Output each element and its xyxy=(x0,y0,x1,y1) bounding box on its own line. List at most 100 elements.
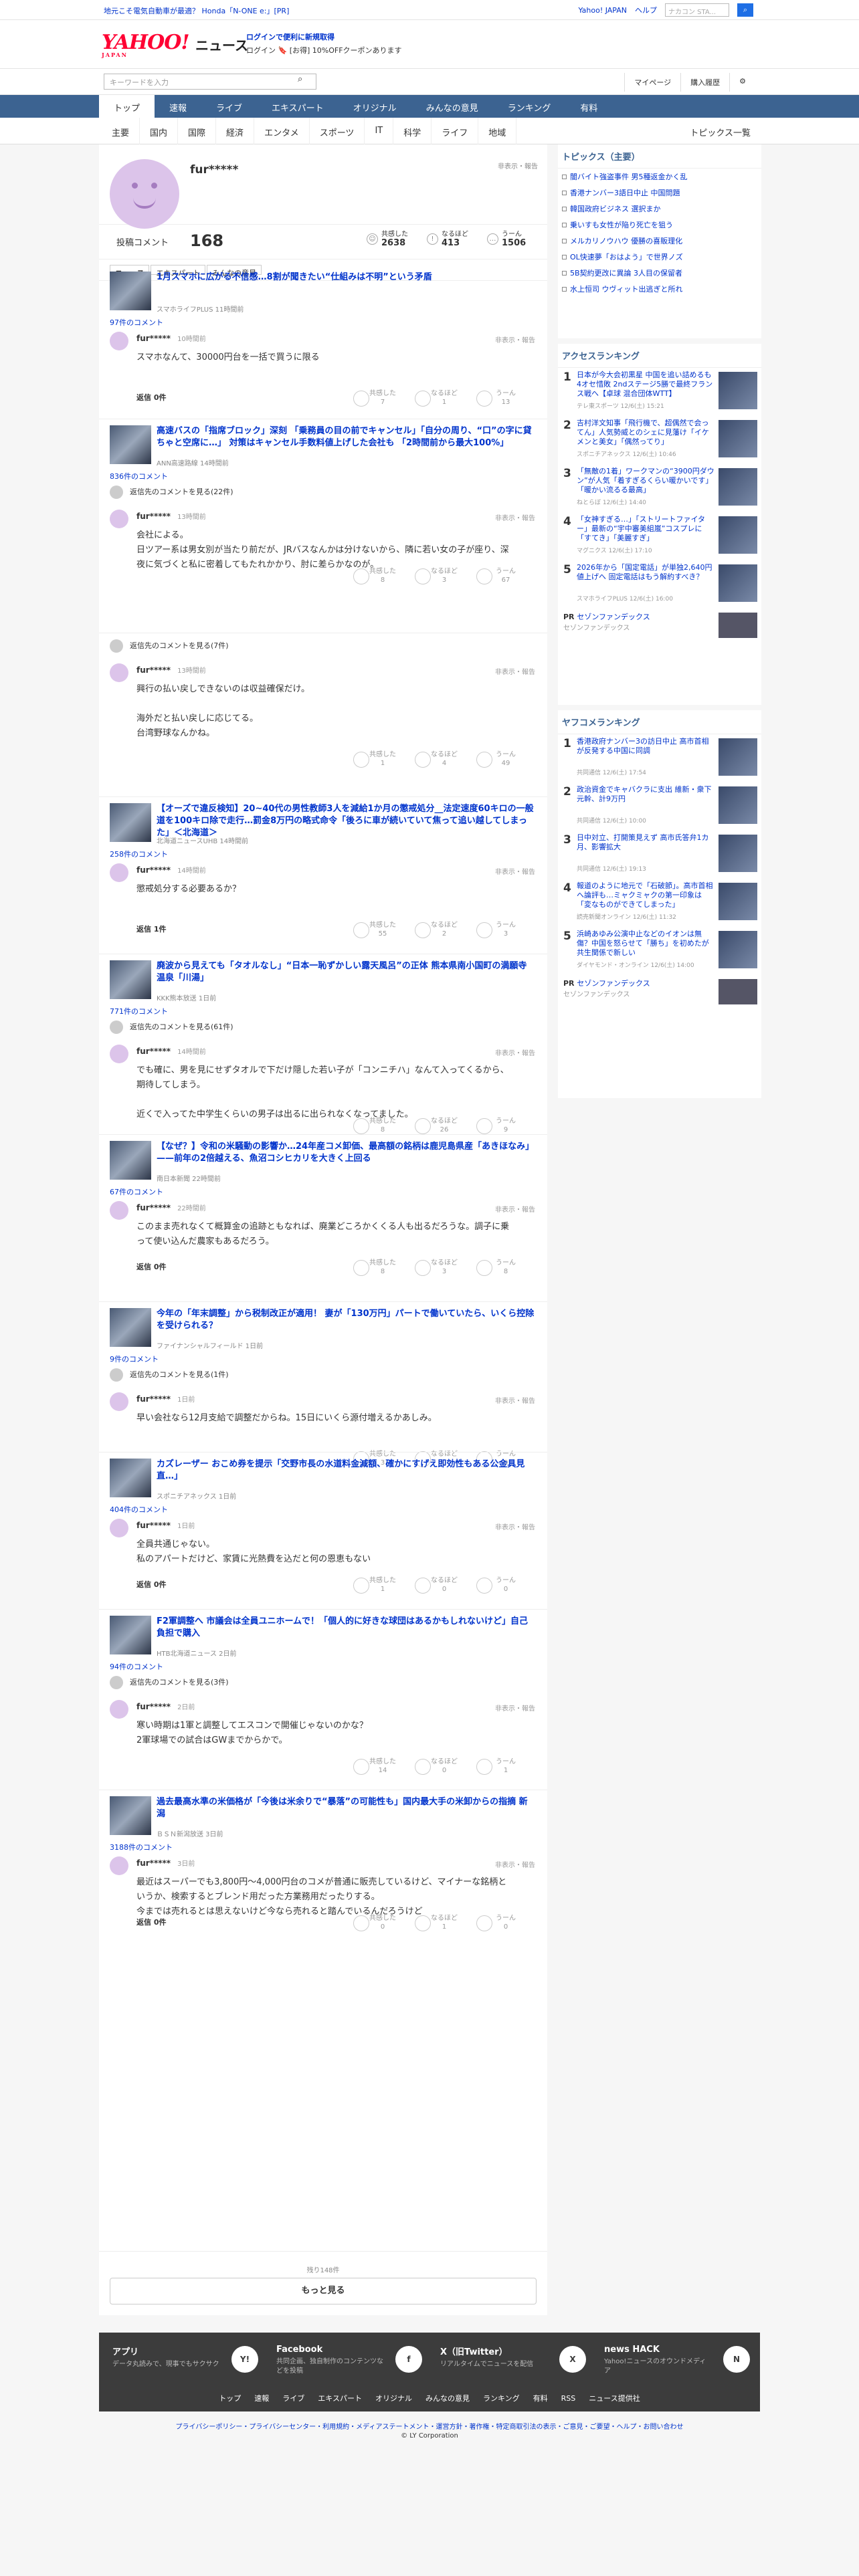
ranking-title[interactable]: 報道のように地元で「石破節」。高市首相へ論評も…ミャクミャクの第一印象は「変なも… xyxy=(577,881,714,909)
footer-link[interactable]: ライブ xyxy=(282,2394,304,2403)
cat-main[interactable]: 主要 xyxy=(102,118,140,146)
cat-sports[interactable]: スポーツ xyxy=(310,118,365,146)
gnav-flash[interactable]: 速報 xyxy=(155,95,201,120)
topic-item[interactable]: 韓国政府ビジネス 選択まか xyxy=(558,201,761,217)
pr-item[interactable]: PR セゾンファンデックス セゾンファンデックス xyxy=(558,609,761,650)
empathy-button[interactable]: 共感した 8 xyxy=(353,1259,412,1276)
ranking-title[interactable]: 浜崎あゆみ公演中止などのイオンは無傷？中国を怒らせて「勝ち」を初めたが共生関係で… xyxy=(577,930,714,958)
report-link[interactable]: 非表示・報告 xyxy=(495,866,535,876)
reply-link[interactable]: 返信 0件 xyxy=(136,1579,166,1590)
article-title[interactable]: 今年の「年末調整」から税制改正が適用！ 妻が「130万円」パートで働いていたら、… xyxy=(157,1308,535,1332)
article-thumbnail[interactable] xyxy=(110,960,151,999)
purchase-history-link[interactable]: 購入履歴 xyxy=(680,73,729,92)
footer-link[interactable]: 有料 xyxy=(533,2394,548,2403)
empathy-button[interactable]: 共感した 14 xyxy=(353,1757,412,1775)
cat-world[interactable]: 国際 xyxy=(178,118,217,146)
footer-col[interactable]: アプリ データ丸読みで、現事でもサクサク Y! xyxy=(112,2345,266,2373)
topic-item[interactable]: 闇バイト強盗事件 男5種返金かく乱 xyxy=(558,169,761,185)
gnav-top[interactable]: トップ xyxy=(99,95,155,120)
report-link[interactable]: 非表示・報告 xyxy=(495,1204,535,1214)
ranking-item[interactable]: 1 香港政府ナンバー3の訪日中止 高市首相が反発する中国に同調 共同通信 12/6(… xyxy=(558,734,761,782)
reply-link[interactable]: 返信 0件 xyxy=(136,1917,166,1927)
reply-link[interactable]: 返信 1件 xyxy=(136,924,166,934)
topic-item[interactable]: 乗いすも女性が陥り死亡を狙う xyxy=(558,217,761,233)
cat-economy[interactable]: 経済 xyxy=(216,118,255,146)
topic-item[interactable]: 水上恒司 ウヴィット出逃ぎと所れ xyxy=(558,281,761,297)
gnav-paid[interactable]: 有料 xyxy=(565,95,612,120)
cat-science[interactable]: 科学 xyxy=(393,118,432,146)
empathy-button[interactable]: 共感した 1 xyxy=(353,750,412,768)
footer-link[interactable]: みんなの意見 xyxy=(425,2394,470,2403)
login-promo[interactable]: ログインで便利に新規取得 ログイン 🔖 [お得] 10%OFFクーポンあります xyxy=(246,31,402,58)
ranking-item[interactable]: 5 2026年から「国定電話」が単独2,640円値上げへ 固定電話はもう解約すべき… xyxy=(558,560,761,609)
ranking-title[interactable]: 吉村洋文知事「飛行機で、超偶然で会ってん」人気勢威とのシェに見藩け「イケメンと美… xyxy=(577,419,714,447)
ranking-title[interactable]: 香港政府ナンバー3の訪日中止 高市首相が反発する中国に同調 xyxy=(577,737,714,756)
yahoo-logo[interactable]: YAHOO! JAPAN xyxy=(102,31,190,58)
ranking-title[interactable]: 2026年から「国定電話」が単独2,640円値上げへ 固定電話はもう解約すべき？ xyxy=(577,563,714,582)
article-thumbnail[interactable] xyxy=(110,1616,151,1654)
article-title[interactable]: 廃波から見えても「タオルなし」“日本一恥ずかしい露天風呂”の正体 熊本県南小国町… xyxy=(157,960,535,984)
naruhodo-button[interactable]: なるほど 4 xyxy=(415,750,474,768)
naruhodo-button[interactable]: なるほど 3 xyxy=(415,1259,474,1276)
empathy-button[interactable]: 共感した 8 xyxy=(353,1117,412,1134)
keyword-search-input[interactable]: キーワードを入力 xyxy=(104,74,316,90)
yahoo-japan-link[interactable]: Yahoo! JAPAN xyxy=(578,6,627,15)
reply-link[interactable]: 返信 0件 xyxy=(136,392,166,403)
uun-button[interactable]: うーん 13 xyxy=(476,389,535,407)
naruhodo-button[interactable]: なるほど 2 xyxy=(415,921,474,938)
ranking-item[interactable]: 2 吉村洋文知事「飛行機で、超偶然で会ってん」人気勢威とのシェに見藩け「イケメンと… xyxy=(558,416,761,464)
uun-button[interactable]: うーん 0 xyxy=(476,1914,535,1931)
naruhodo-button[interactable]: なるほど 0 xyxy=(415,1757,474,1775)
footer-link[interactable]: エキスパート xyxy=(318,2394,362,2403)
footer-link[interactable]: ニュース提供社 xyxy=(589,2394,640,2403)
ranking-item[interactable]: 3 日中対立、打開策見えず 高市氏答弁1カ月、影響拡大 共同通信 12/6(土) 1… xyxy=(558,831,761,879)
comment-count-link[interactable]: 9件のコメント xyxy=(110,1354,159,1364)
empathy-button[interactable]: 共感した 0 xyxy=(353,1914,412,1931)
gnav-opinions[interactable]: みんなの意見 xyxy=(411,95,493,120)
naruhodo-button[interactable]: なるほど 3 xyxy=(415,567,474,584)
topic-item[interactable]: 香港ナンバー3語日中止 中国問題 xyxy=(558,185,761,201)
footer-link[interactable]: オリジナル xyxy=(375,2394,412,2403)
article-title[interactable]: カズレーザー おこめ券を提示「交野市長の水道料金減額、確かにすげえ即効性もある公… xyxy=(157,1459,535,1483)
report-link[interactable]: 非表示・報告 xyxy=(495,334,535,344)
comment-count-link[interactable]: 97件のコメント xyxy=(110,317,163,328)
uun-button[interactable]: うーん 67 xyxy=(476,567,535,584)
comment-count-link[interactable]: 771件のコメント xyxy=(110,1006,168,1016)
footer-col[interactable]: X（旧Twitter） リアルタイムでニュースを配信 X xyxy=(440,2345,594,2373)
article-thumbnail[interactable] xyxy=(110,1796,151,1835)
article-thumbnail[interactable] xyxy=(110,1141,151,1180)
report-link[interactable]: 非表示・報告 xyxy=(495,1395,535,1405)
uun-button[interactable]: うーん 0 xyxy=(476,1576,535,1594)
ranking-item[interactable]: 2 政治資金でキャバクラに支出 維新・衆下元幹、計9万円 共同通信 12/6(土) … xyxy=(558,782,761,831)
topic-item[interactable]: 5B契約更改に異論 3人目の保留者 xyxy=(558,265,761,281)
top-ad-link[interactable]: 地元こそ電気自動車が最適？ Honda「N-ONE e:」[PR] xyxy=(104,5,289,16)
report-link[interactable]: 非表示・報告 xyxy=(495,1047,535,1057)
naruhodo-button[interactable]: なるほど 1 xyxy=(415,389,474,407)
ranking-item[interactable]: 4 「女神すぎる…」「ストリートファイター」最新の“宇中審美組嵐”コスプレに「すて… xyxy=(558,512,761,560)
comment-count-link[interactable]: 94件のコメント xyxy=(110,1661,163,1672)
article-title[interactable]: 【なぜ？】令和の米騒動の影響か…24年産コメ卸価、最高額の銘柄は鹿児島県産「あき… xyxy=(157,1141,535,1165)
ranking-title[interactable]: 政治資金でキャバクラに支出 維新・衆下元幹、計9万円 xyxy=(577,785,714,804)
view-parent-comments[interactable]: 返信先のコメントを見る(61件) xyxy=(110,1021,233,1034)
view-parent-comments[interactable]: 返信先のコメントを見る(7件) xyxy=(110,639,229,653)
article-thumbnail[interactable] xyxy=(110,1459,151,1497)
ranking-title[interactable]: 「女神すぎる…」「ストリートファイター」最新の“宇中審美組嵐”コスプレに「すてき… xyxy=(577,515,714,543)
comment-count-link[interactable]: 3188件のコメント xyxy=(110,1842,173,1852)
search-icon[interactable]: ⌕ xyxy=(737,3,753,17)
article-thumbnail[interactable] xyxy=(110,803,151,842)
report-link[interactable]: 非表示・報告 xyxy=(495,512,535,522)
pr-item-2[interactable]: PR セゾンファンデックス セゾンファンデックス xyxy=(558,975,761,1016)
naruhodo-button[interactable]: なるほど 26 xyxy=(415,1117,474,1134)
article-title[interactable]: 【オーズで違反検知】20~40代の男性教師3人を減給1か月の懲戒処分__法定速度… xyxy=(157,803,535,839)
ranking-item[interactable]: 1 日本が今大会初黒星 中国を追い詰めるも4オセ惜敗 2ndステージ5勝で最終フラ… xyxy=(558,368,761,416)
article-thumbnail[interactable] xyxy=(110,272,151,310)
ranking-item[interactable]: 5 浜崎あゆみ公演中止などのイオンは無傷？中国を怒らせて「勝ち」を初めたが共生関係… xyxy=(558,927,761,975)
view-parent-comments[interactable]: 返信先のコメントを見る(3件) xyxy=(110,1676,229,1689)
cat-entertainment[interactable]: エンタメ xyxy=(254,118,310,146)
gnav-ranking[interactable]: ランキング xyxy=(493,95,566,120)
comment-count-link[interactable]: 67件のコメント xyxy=(110,1186,163,1197)
gear-icon[interactable]: ⚙ xyxy=(729,73,755,92)
comment-count-link[interactable]: 404件のコメント xyxy=(110,1504,168,1515)
article-title[interactable]: 高速バスの「指席ブロック」深刻 「乗務員の目の前でキャンセル」「自分の周り、“口… xyxy=(157,425,535,449)
footer-link[interactable]: トップ xyxy=(219,2394,241,2403)
